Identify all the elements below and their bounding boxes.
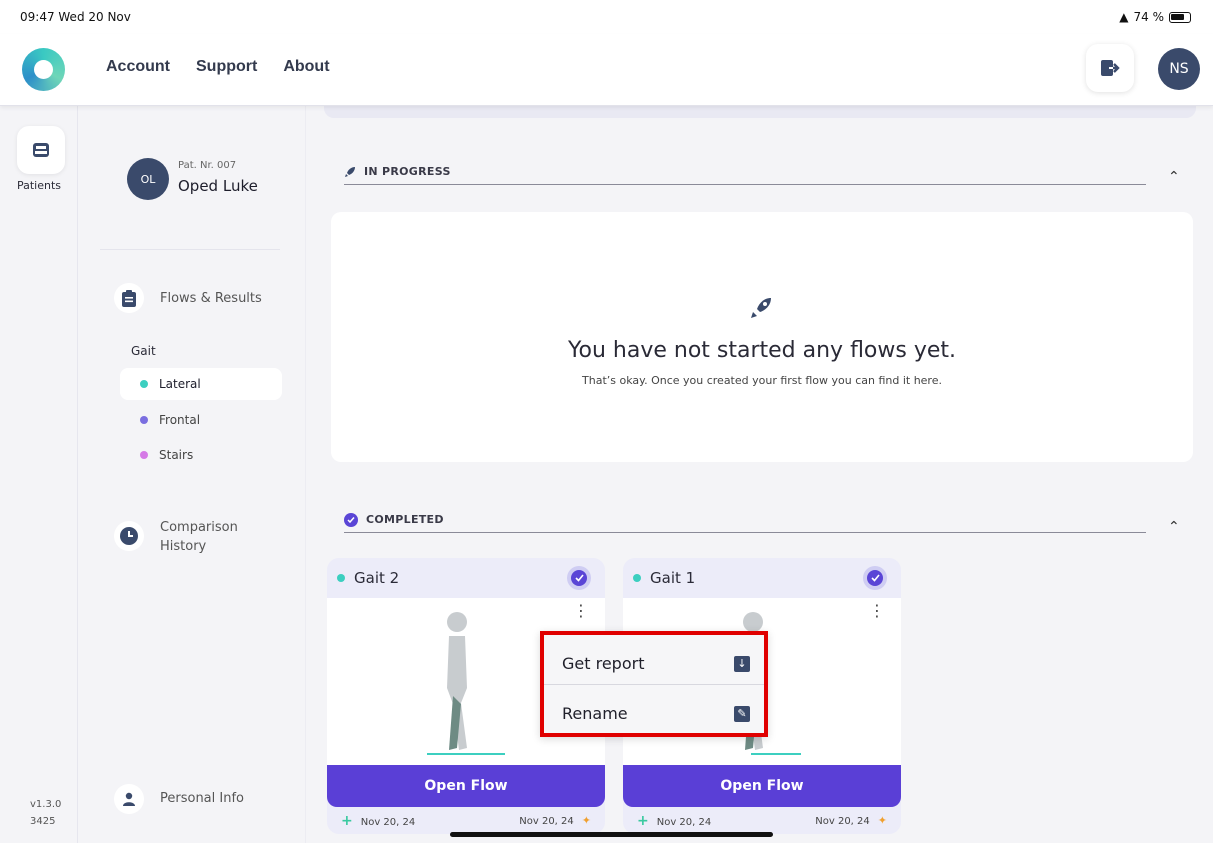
updated-date-text: Nov 20, 24 xyxy=(519,816,574,827)
battery-icon xyxy=(1169,11,1191,23)
panel-divider xyxy=(100,249,280,250)
rocket-icon xyxy=(345,166,355,177)
flow-card-header: Gait 2 xyxy=(327,558,605,598)
nav-about[interactable]: About xyxy=(283,58,329,76)
nav-support[interactable]: Support xyxy=(196,58,257,76)
flow-context-menu: Get report ↓ Rename ✎ xyxy=(540,631,768,737)
flow-card-footer: + Nov 20, 24 Nov 20, 24 ✦ xyxy=(327,807,605,834)
completed-title: COMPLETED xyxy=(366,513,444,526)
person-icon xyxy=(114,784,144,814)
check-circle-icon xyxy=(344,512,358,527)
open-flow-button[interactable]: Open Flow xyxy=(327,765,605,807)
clock-icon xyxy=(114,521,144,551)
patient-name: Oped Luke xyxy=(178,177,258,195)
app-header: Account Support About NS xyxy=(0,34,1213,106)
inbox-icon xyxy=(33,143,49,157)
patient-number: Pat. Nr. 007 xyxy=(178,160,237,171)
created-date-text: Nov 20, 24 xyxy=(360,816,416,828)
patients-label: Patients xyxy=(16,179,62,192)
empty-state-title: You have not started any flows yet. xyxy=(567,338,957,363)
home-indicator[interactable] xyxy=(450,832,773,837)
completed-check-icon xyxy=(863,566,887,590)
user-avatar[interactable]: NS xyxy=(1158,48,1200,90)
flows-results-link[interactable]: Flows & Results xyxy=(160,291,262,306)
sidebar-item-frontal[interactable]: Frontal xyxy=(120,404,282,436)
version-info: v1.3.0 3425 xyxy=(30,796,61,830)
flow-dot xyxy=(337,574,345,582)
created-date: + Nov 20, 24 xyxy=(637,813,711,829)
top-nav: Account Support About xyxy=(106,58,330,76)
nav-account[interactable]: Account xyxy=(106,58,170,76)
collapse-completed-chevron-icon[interactable]: ⌃ xyxy=(1168,519,1180,535)
comparison-history-link[interactable]: Comparison History xyxy=(160,518,238,556)
top-card-strip xyxy=(324,106,1196,118)
open-flow-button[interactable]: Open Flow xyxy=(623,765,901,807)
flow-card-footer: + Nov 20, 24 Nov 20, 24 ✦ xyxy=(623,807,901,834)
patients-button[interactable] xyxy=(17,126,65,174)
app-logo[interactable] xyxy=(22,48,65,91)
collapse-in-progress-chevron-icon[interactable]: ⌃ xyxy=(1168,169,1180,185)
bolt-icon: ✦ xyxy=(877,814,887,827)
flow-card-title: Gait 2 xyxy=(354,569,400,587)
updated-date: Nov 20, 24 ✦ xyxy=(519,814,591,827)
in-progress-title: IN PROGRESS xyxy=(364,165,451,178)
walking-figure-image xyxy=(447,612,467,750)
clipboard-icon xyxy=(114,283,144,313)
patient-avatar: OL xyxy=(127,158,169,200)
sidebar-item-label: Lateral xyxy=(159,377,201,391)
logout-button[interactable] xyxy=(1086,44,1134,92)
completed-header: COMPLETED xyxy=(344,507,1146,533)
sidebar-item-label: Frontal xyxy=(159,413,201,427)
left-rail: Patients v1.3.0 3425 xyxy=(0,106,78,843)
sidebar-item-lateral[interactable]: Lateral xyxy=(120,368,282,400)
bolt-icon: ✦ xyxy=(581,814,591,827)
ground-line xyxy=(427,753,505,755)
sidebar-item-stairs[interactable]: Stairs xyxy=(120,439,282,471)
lateral-dot xyxy=(140,380,148,388)
frontal-dot xyxy=(140,416,148,424)
logout-icon xyxy=(1101,60,1120,76)
more-options-icon[interactable]: ⋮ xyxy=(573,603,589,619)
in-progress-header: IN PROGRESS xyxy=(344,159,1146,185)
status-time: 09:47 Wed 20 Nov xyxy=(20,10,131,24)
download-icon: ↓ xyxy=(734,655,750,672)
empty-state-subtitle: That’s okay. Once you created your first… xyxy=(582,374,942,387)
get-report-label: Get report xyxy=(562,654,645,673)
flow-card-header: Gait 1 xyxy=(623,558,901,598)
updated-date: Nov 20, 24 ✦ xyxy=(815,814,887,827)
build-number: 3425 xyxy=(30,816,56,827)
empty-state-card: You have not started any flows yet. That… xyxy=(331,212,1193,462)
updated-date-text: Nov 20, 24 xyxy=(815,816,870,827)
patient-panel: OL Pat. Nr. 007 Oped Luke Flows & Result… xyxy=(78,106,306,843)
created-date-text: Nov 20, 24 xyxy=(656,816,712,828)
created-date: + Nov 20, 24 xyxy=(341,813,415,829)
get-report-menu-item[interactable]: Get report ↓ xyxy=(544,639,764,688)
status-bar: 09:47 Wed 20 Nov ▲ 74 % xyxy=(0,0,1213,34)
rename-label: Rename xyxy=(562,704,628,723)
version-number: v1.3.0 xyxy=(30,799,62,810)
plus-icon: + xyxy=(637,812,649,829)
menu-separator xyxy=(544,684,764,685)
flow-card-title: Gait 1 xyxy=(650,569,696,587)
flow-dot xyxy=(633,574,641,582)
stairs-dot xyxy=(140,451,148,459)
sidebar-item-label: Stairs xyxy=(159,448,194,462)
completed-check-icon xyxy=(567,566,591,590)
status-icons: ▲ 74 % xyxy=(1119,10,1191,24)
rename-menu-item[interactable]: Rename ✎ xyxy=(544,689,764,738)
more-options-icon[interactable]: ⋮ xyxy=(869,603,885,619)
wifi-icon: ▲ xyxy=(1119,10,1129,24)
plus-icon: + xyxy=(341,812,353,829)
battery-percent: 74 % xyxy=(1133,10,1165,24)
rocket-icon xyxy=(751,298,771,318)
history-label: History xyxy=(160,539,207,554)
personal-info-link[interactable]: Personal Info xyxy=(160,791,244,806)
ground-line xyxy=(751,753,801,755)
comparison-label: Comparison xyxy=(160,520,238,535)
gait-group-label: Gait xyxy=(131,344,156,358)
edit-icon: ✎ xyxy=(734,705,750,722)
